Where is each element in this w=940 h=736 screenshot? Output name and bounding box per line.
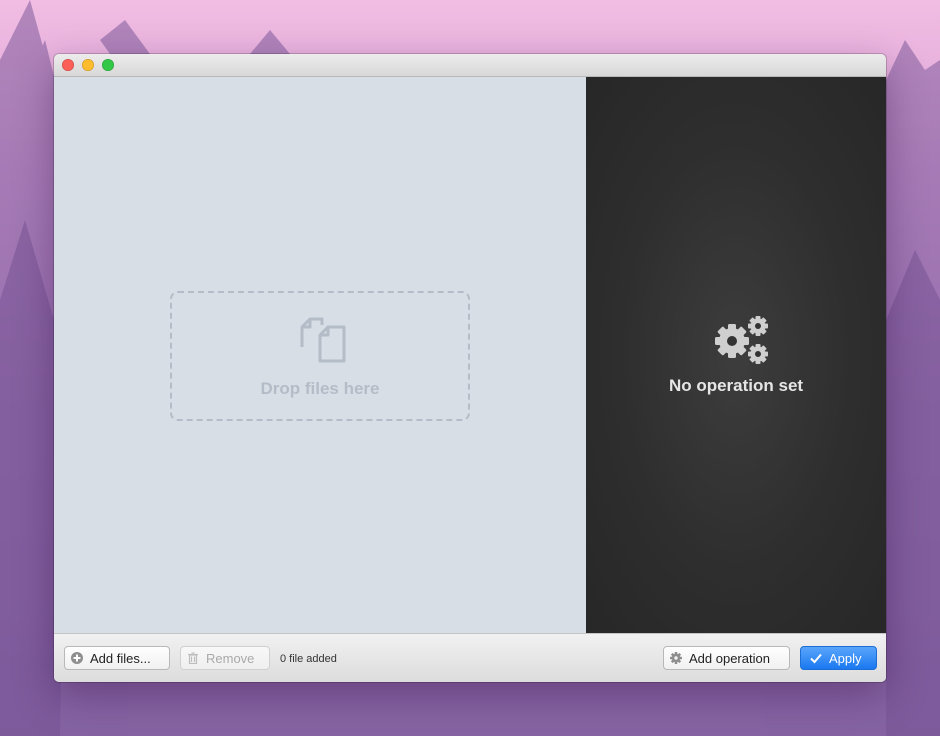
- plus-circle-icon: [71, 652, 83, 664]
- remove-label: Remove: [206, 650, 255, 666]
- zoom-window-button[interactable]: [102, 59, 114, 71]
- gear-icon: [670, 652, 682, 664]
- add-operation-button[interactable]: Add operation: [663, 646, 790, 670]
- documents-icon: [300, 317, 346, 363]
- add-operation-label: Add operation: [689, 650, 770, 666]
- gears-icon: [715, 316, 768, 364]
- file-count-status: 0 file added: [280, 653, 337, 665]
- minimize-window-button[interactable]: [82, 59, 94, 71]
- apply-label: Apply: [829, 650, 862, 666]
- operation-pane: No operation set: [586, 77, 886, 633]
- apply-button[interactable]: Apply: [800, 646, 877, 670]
- checkmark-icon: [810, 653, 822, 664]
- no-operation-label: No operation set: [668, 376, 804, 395]
- add-files-label: Add files...: [90, 650, 151, 666]
- app-window: Drop files here No operation set Add fil…: [54, 54, 886, 682]
- drop-zone[interactable]: Drop files here: [170, 291, 470, 421]
- drop-zone-label: Drop files here: [260, 379, 380, 398]
- close-window-button[interactable]: [62, 59, 74, 71]
- file-list-pane[interactable]: Drop files here: [54, 77, 586, 633]
- add-files-button[interactable]: Add files...: [64, 646, 170, 670]
- trash-icon: [188, 652, 198, 664]
- title-bar[interactable]: [54, 54, 886, 77]
- remove-button[interactable]: Remove: [180, 646, 270, 670]
- bottom-toolbar: Add files... Remove 0 file added Add ope…: [54, 633, 886, 682]
